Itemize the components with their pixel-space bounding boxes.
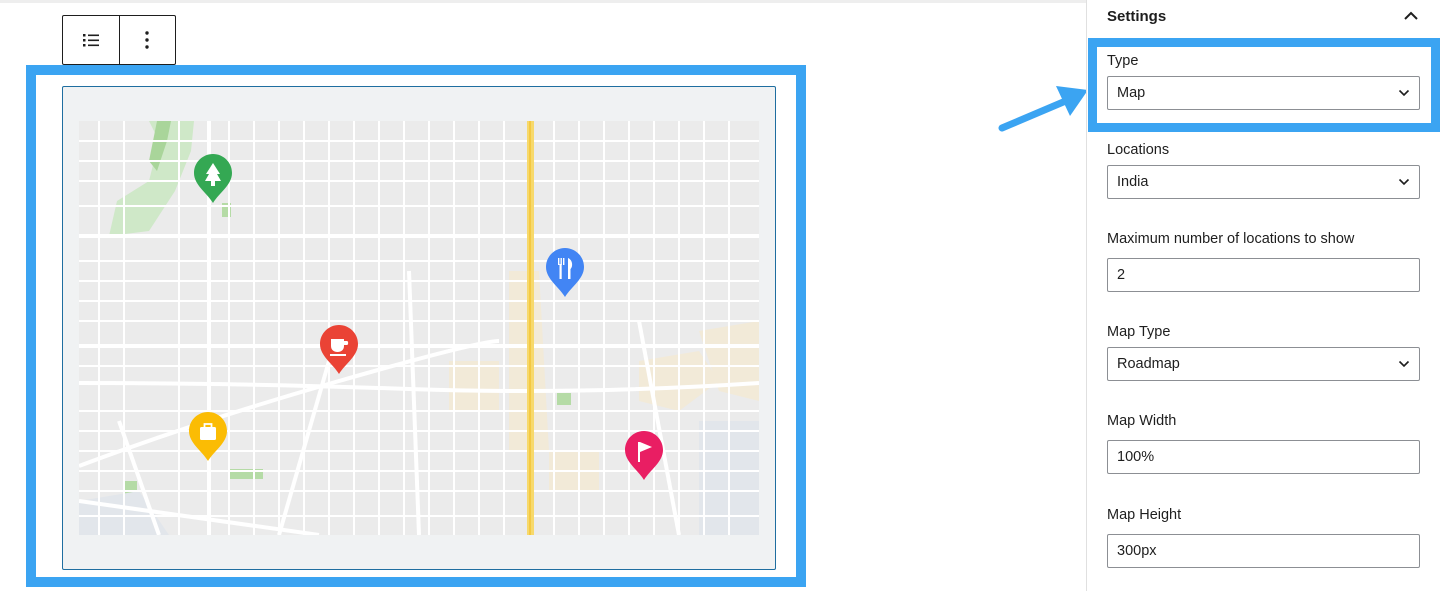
list-view-button[interactable] [63, 16, 119, 64]
chevron-down-icon [1398, 89, 1410, 97]
map-width-input[interactable] [1107, 440, 1420, 474]
type-label: Type [1107, 53, 1139, 69]
chevron-down-icon [1398, 178, 1410, 186]
map-image [79, 121, 759, 535]
map-width-label: Map Width [1107, 413, 1177, 429]
map-block-highlight [26, 65, 806, 587]
map-preview[interactable] [62, 86, 776, 570]
chevron-up-icon[interactable] [1399, 6, 1423, 26]
locations-label: Locations [1107, 142, 1170, 158]
max-locations-input[interactable] [1107, 258, 1420, 292]
map-type-select[interactable]: Roadmap [1107, 347, 1420, 381]
locations-select-value: India [1117, 174, 1149, 190]
map-type-label: Map Type [1107, 324, 1171, 340]
block-toolbar [62, 15, 176, 65]
map-height-input[interactable] [1107, 534, 1420, 568]
locations-select[interactable]: India [1107, 165, 1420, 199]
settings-panel-title: Settings [1107, 8, 1167, 25]
more-vertical-icon [145, 31, 150, 49]
type-select-value: Map [1117, 85, 1146, 101]
more-options-button[interactable] [118, 16, 175, 64]
list-view-icon [82, 34, 99, 47]
type-select[interactable]: Map [1107, 76, 1420, 110]
map-type-select-value: Roadmap [1117, 356, 1180, 372]
chevron-down-icon [1398, 360, 1410, 368]
max-locations-label: Maximum number of locations to show [1107, 231, 1355, 247]
map-height-label: Map Height [1107, 507, 1182, 523]
annotation-arrow-icon [998, 86, 1088, 132]
top-divider [0, 0, 1086, 3]
